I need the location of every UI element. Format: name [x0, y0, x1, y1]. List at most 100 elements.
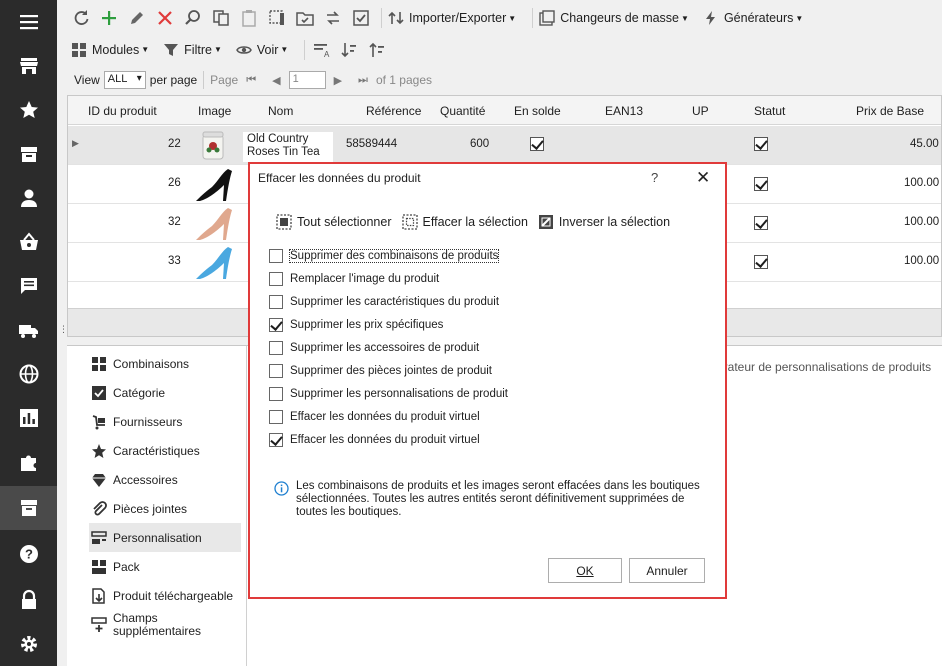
help-icon[interactable]: ? [0, 532, 57, 576]
chart-icon[interactable] [0, 396, 57, 440]
approve-icon[interactable] [351, 8, 371, 28]
module-suppliers[interactable]: Fournisseurs [89, 407, 241, 436]
col-upc[interactable]: UPC [692, 104, 709, 118]
module-category[interactable]: Catégorie [89, 378, 241, 407]
import-export-menu[interactable]: Importer/Exporter ▼ [388, 10, 516, 26]
col-base-price[interactable]: Prix de Base [856, 104, 924, 118]
checkbox[interactable] [269, 249, 283, 263]
modules-menu[interactable]: Modules ▼ [71, 42, 149, 58]
next-page-icon[interactable]: ▶ [334, 74, 342, 87]
option-delete-features[interactable]: Supprimer les caractéristiques du produi… [269, 294, 499, 310]
col-id[interactable]: ID du produit [88, 104, 157, 118]
prev-page-icon[interactable]: ◀ [272, 74, 280, 87]
sort-down-icon[interactable] [339, 40, 359, 60]
option-delete-customizations[interactable]: Supprimer les personnalisations de produ… [269, 386, 508, 402]
col-name[interactable]: Nom [268, 104, 293, 118]
page-size-select[interactable]: ALL [103, 71, 146, 89]
select-icon[interactable] [267, 8, 287, 28]
mass-changers-menu[interactable]: Changeurs de masse ▼ [539, 10, 689, 26]
option-label: Supprimer les accessoires de produit [290, 342, 480, 354]
basket-icon[interactable] [0, 220, 57, 264]
col-ean13[interactable]: EAN13 [605, 104, 643, 118]
select-all-button[interactable]: Tout sélectionner [276, 214, 392, 230]
delete-icon[interactable] [155, 8, 175, 28]
col-reference[interactable]: Référence [366, 104, 421, 118]
ok-button[interactable]: OK [548, 558, 622, 583]
module-accessories[interactable]: Accessoires [89, 465, 241, 494]
row-status-checkbox[interactable] [754, 255, 768, 269]
cancel-button[interactable]: Annuler [629, 558, 705, 583]
option-clear-virtual-data[interactable]: Effacer les données du produit virtuel [269, 409, 480, 425]
close-icon[interactable]: ✕ [696, 168, 710, 188]
page-input[interactable]: 1 [288, 71, 326, 89]
row-price: 45.00 [910, 138, 939, 150]
row-status-checkbox[interactable] [754, 177, 768, 191]
row-status-checkbox[interactable] [754, 137, 768, 151]
sort-text-icon[interactable]: A [311, 40, 331, 60]
checkbox[interactable] [269, 364, 283, 378]
checkbox[interactable] [269, 341, 283, 355]
globe-icon[interactable] [0, 352, 57, 396]
col-image[interactable]: Image [198, 104, 231, 118]
option-delete-specific-prices[interactable]: Supprimer les prix spécifiques [269, 317, 443, 333]
edit-icon[interactable] [127, 8, 147, 28]
star-icon[interactable] [0, 88, 57, 132]
user-icon[interactable] [0, 176, 57, 220]
info-icon [274, 481, 289, 496]
module-pack[interactable]: Pack [89, 552, 241, 581]
products-icon[interactable] [0, 486, 57, 530]
module-extra-fields[interactable]: Champs supplémentaires [89, 611, 241, 643]
row-on-sale-checkbox[interactable] [530, 137, 544, 151]
module-label: Caractéristiques [113, 443, 200, 458]
option-label: Supprimer les caractéristiques du produi… [290, 296, 500, 308]
sync-icon[interactable] [323, 8, 343, 28]
archive-icon[interactable] [0, 132, 57, 176]
invert-selection-button[interactable]: Inverser la sélection [538, 214, 670, 230]
settings-icon[interactable] [0, 622, 57, 666]
paste-icon[interactable] [239, 8, 259, 28]
view-menu[interactable]: Voir ▼ [236, 42, 288, 58]
module-customization[interactable]: Personnalisation [89, 523, 241, 552]
store-icon[interactable] [0, 44, 57, 88]
puzzle-icon[interactable] [0, 440, 57, 484]
sort-up-icon[interactable] [367, 40, 387, 60]
table-row[interactable]: ▶ 22 Old Country Roses Tin Tea 58589444 … [68, 126, 941, 165]
first-page-icon[interactable]: ⏮ [246, 74, 256, 87]
add-icon[interactable] [99, 8, 119, 28]
help-icon[interactable]: ? [651, 170, 658, 185]
checkbox[interactable] [269, 433, 283, 447]
checkbox[interactable] [269, 295, 283, 309]
option-delete-attachments[interactable]: Supprimer des pièces jointes de produit [269, 363, 492, 379]
clear-selection-button[interactable]: Effacer la sélection [401, 214, 528, 230]
product-image [196, 129, 230, 163]
checkbox[interactable] [269, 410, 283, 424]
truck-icon[interactable] [0, 308, 57, 352]
row-status-checkbox[interactable] [754, 216, 768, 230]
lock-icon[interactable] [0, 578, 57, 622]
module-features[interactable]: Caractéristiques [89, 436, 241, 465]
last-page-icon[interactable]: ⏭ [358, 74, 368, 87]
module-combinations[interactable]: Combinaisons [89, 349, 241, 378]
module-downloadable[interactable]: Produit téléchargeable [89, 581, 241, 610]
option-delete-accessories[interactable]: Supprimer les accessoires de produit [269, 340, 479, 356]
module-attachments[interactable]: Pièces jointes [89, 494, 241, 523]
refresh-icon[interactable] [71, 8, 91, 28]
checkbox[interactable] [269, 387, 283, 401]
menu-icon[interactable] [0, 0, 57, 44]
checkbox[interactable] [269, 272, 283, 286]
splitter-handle-icon[interactable]: ⋮ [59, 325, 68, 334]
copy-icon[interactable] [211, 8, 231, 28]
option-clear-virtual-data-2[interactable]: Effacer les données du produit virtuel [269, 432, 480, 448]
filter-menu[interactable]: Filtre ▼ [163, 42, 222, 58]
clear-selection-label: Effacer la sélection [422, 215, 528, 229]
option-delete-combinations[interactable]: Supprimer des combinaisons de produits [269, 248, 500, 264]
checkbox[interactable] [269, 318, 283, 332]
folder-check-icon[interactable] [295, 8, 315, 28]
message-icon[interactable] [0, 264, 57, 308]
option-replace-image[interactable]: Remplacer l'image du produit [269, 271, 439, 287]
col-on-sale[interactable]: En solde [514, 104, 561, 118]
col-status[interactable]: Statut [754, 104, 785, 118]
search-icon[interactable] [183, 8, 203, 28]
col-quantity[interactable]: Quantité [440, 104, 485, 118]
generators-menu[interactable]: Générateurs ▼ [703, 10, 803, 26]
